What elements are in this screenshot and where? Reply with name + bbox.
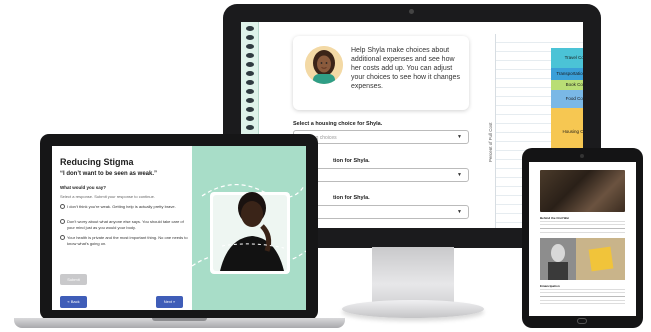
laptop: Reducing Stigma “I don’t want to be seen… [40,134,318,320]
food-cost-bar: Food Cost [551,90,583,108]
tablet-screen: Behind the Civil War Emancipation [529,162,636,316]
axis-label: Percent of Full Cost [488,122,493,162]
chevron-down-icon: ▼ [457,209,462,215]
monitor-stand-base [342,300,484,318]
radio-button[interactable] [60,204,65,209]
article-text [540,221,625,233]
spiral-ring [246,71,254,76]
travel-cost-bar: Travel Cost [551,48,583,68]
third-select[interactable]: ▼ [293,205,469,219]
spiral-ring [246,98,254,103]
instruction-text: Help Shyla make choices about additional… [351,47,460,90]
tablet-camera [580,154,584,158]
laptop-screen: Reducing Stigma “I don’t want to be seen… [52,146,306,310]
shyla-avatar [305,46,343,84]
response-option[interactable]: I don’t think you’re weak. Getting help … [60,204,188,210]
photo-caption: Emancipation [540,284,560,288]
radio-button[interactable] [60,219,65,224]
housing-select[interactable]: Housing choices ▼ [293,130,469,144]
transportation-cost-bar: Transportation Cost [551,68,583,80]
activity-title: Reducing Stigma [60,157,134,167]
spiral-ring [246,26,254,31]
spiral-ring [246,107,254,112]
illustration-panel [192,146,306,310]
third-question-label: tion for Shyla. [333,195,370,201]
webcam [409,9,414,14]
home-button[interactable] [577,318,587,324]
prompt-question: What would you say? [60,185,107,190]
housing-question-label: Select a housing choice for Shyla. [293,121,383,127]
girl-illustration [192,183,306,274]
spiral-ring [246,62,254,67]
spiral-ring [246,44,254,49]
spiral-ring [246,80,254,85]
spiral-ring [246,125,254,130]
photo-caption: Behind the Civil War [540,216,570,220]
response-option-text: Your health is private and the most impo… [67,235,188,246]
second-question-label: tion for Shyla. [333,158,370,164]
spiral-ring [246,89,254,94]
historical-photo [540,170,625,212]
back-button[interactable]: « Back [60,296,87,308]
next-button[interactable]: Next » [156,296,183,308]
chevron-down-icon: ▼ [457,134,462,140]
response-option-text: Don’t worry about what anyone else says.… [67,219,184,230]
laptop-notch [152,318,207,321]
second-select[interactable]: ▼ [293,168,469,182]
book-cost-bar: Book Cost [551,80,583,90]
spiral-ring [246,53,254,58]
tablet: Behind the Civil War Emancipation [522,148,643,328]
historical-photo [540,238,625,280]
spiral-ring [246,116,254,121]
instruction-card: Help Shyla make choices about additional… [293,36,469,110]
radio-button[interactable] [60,235,65,240]
response-option-text: I don’t think you’re weak. Getting help … [67,204,176,209]
spiral-ring [246,35,254,40]
response-option[interactable]: Don’t worry about what anyone else says.… [60,219,188,230]
activity-panel: Reducing Stigma “I don’t want to be seen… [52,146,192,310]
scenario-quote: “I don’t want to be seen as weak.” [60,171,158,177]
submit-button[interactable]: Submit [60,274,87,285]
article-text [540,289,625,305]
prompt-hint: Select a response. Submit your response … [60,194,155,199]
chevron-down-icon: ▼ [457,172,462,178]
response-option[interactable]: Your health is private and the most impo… [60,235,188,246]
